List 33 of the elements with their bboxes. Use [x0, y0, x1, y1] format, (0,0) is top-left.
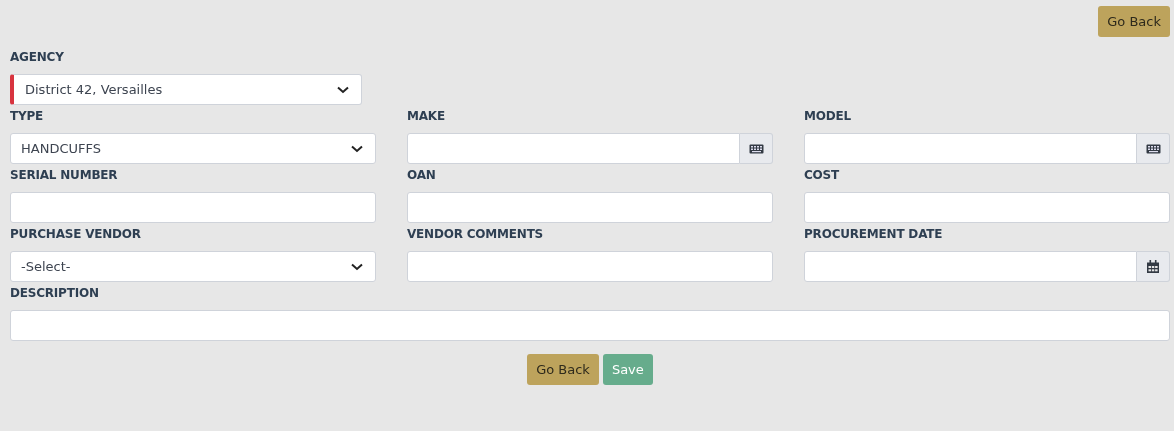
text-field[interactable]: [407, 133, 740, 164]
keyboard-icon: [1145, 143, 1161, 154]
keyboard-button[interactable]: [740, 133, 773, 164]
field-label: MAKE: [407, 108, 446, 125]
text-field[interactable]: [804, 192, 1170, 223]
text-field[interactable]: [10, 310, 1170, 341]
go-back-button[interactable]: Go Back: [527, 354, 599, 385]
text-field[interactable]: [407, 192, 773, 223]
field-label: SERIAL NUMBER: [10, 167, 119, 184]
dropdown[interactable]: -Select-: [10, 251, 376, 282]
keyboard-button[interactable]: [1137, 133, 1170, 164]
date-field[interactable]: [804, 251, 1137, 282]
calendar-icon: [1147, 260, 1159, 273]
dropdown[interactable]: HANDCUFFS: [10, 133, 376, 164]
dropdown[interactable]: District 42, Versailles: [10, 74, 362, 105]
keyboard-icon: [748, 143, 764, 154]
text-field[interactable]: [10, 192, 376, 223]
field-label: COST: [804, 167, 841, 184]
text-field[interactable]: [407, 251, 773, 282]
field-label: TYPE: [10, 108, 45, 125]
go-back-button[interactable]: Go Back: [1098, 6, 1170, 37]
chevron-down-icon: [351, 262, 363, 271]
field-label: MODEL: [804, 108, 852, 125]
chevron-down-icon: [351, 144, 363, 153]
chevron-down-icon: [337, 85, 349, 94]
field-label: OAN: [407, 167, 437, 184]
calendar-button[interactable]: [1137, 251, 1170, 282]
field-label: PROCUREMENT DATE: [804, 226, 944, 243]
text-field[interactable]: [804, 133, 1137, 164]
field-label: DESCRIPTION: [10, 285, 100, 302]
field-label: PURCHASE VENDOR: [10, 226, 142, 243]
field-label: VENDOR COMMENTS: [407, 226, 545, 243]
field-label: AGENCY: [10, 49, 65, 66]
